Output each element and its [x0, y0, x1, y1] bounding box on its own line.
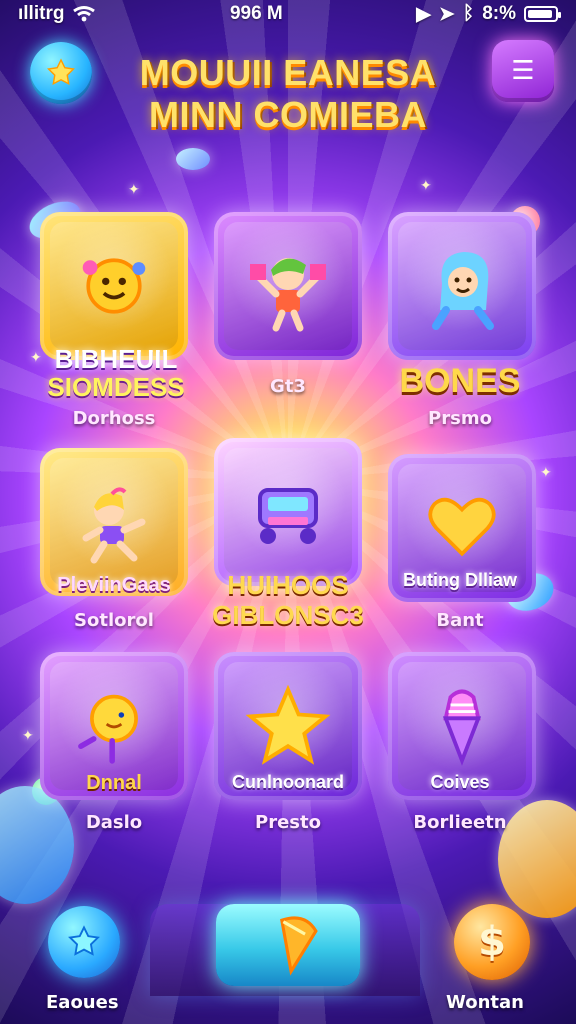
- tile-art-7: [50, 662, 178, 790]
- carrier-text: ıllitrg: [18, 3, 65, 24]
- title-line-1: MOUUII EANESA: [139, 52, 437, 93]
- game-tile-2[interactable]: [214, 212, 362, 360]
- sun-face-icon: [82, 258, 146, 314]
- tile-6-title: Buting Dlliaw: [403, 570, 517, 590]
- battery-text: 8:%: [482, 3, 516, 24]
- bottom-left-button[interactable]: [48, 906, 120, 978]
- running-kid-icon: [82, 487, 146, 564]
- tile-art-8: [224, 662, 352, 790]
- bottom-right-label: Wontan: [446, 992, 524, 1013]
- hooded-kid-icon: [432, 252, 494, 330]
- menu-button[interactable]: ☰: [492, 40, 554, 102]
- favorites-button[interactable]: [30, 42, 92, 104]
- location-icon: ➤: [438, 3, 455, 25]
- tile-5-title-line-2: GIBLONSC3: [212, 600, 364, 630]
- game-tile-1[interactable]: [40, 212, 188, 360]
- menu-icon: ☰: [511, 56, 535, 86]
- tile-6-subtitle: Bant: [436, 610, 484, 631]
- bottom-center-button[interactable]: [216, 904, 360, 986]
- status-right: ▶ ➤ ᛒ 8:%: [416, 3, 561, 26]
- tile-1-subtitle: Dorhoss: [72, 408, 156, 429]
- tile-4-title: PleviinGaas: [57, 574, 171, 596]
- tile-art-4: [50, 458, 178, 586]
- status-bar: ıllitrg 996 M ▶ ➤ ᛒ 8:%: [0, 0, 576, 28]
- star-icon: [47, 58, 75, 86]
- tile-8-title: Cunlnoonard: [232, 772, 344, 792]
- tile-8-subtitle: Presto: [255, 812, 321, 833]
- tile-art-1: [50, 222, 178, 350]
- jumping-kid-icon: [250, 258, 326, 332]
- tile-art-2: [224, 222, 352, 350]
- tile-art-5: [224, 448, 352, 576]
- heart-icon: [428, 497, 496, 557]
- page-title: MOUUII EANESA MINN COMIEBA: [100, 52, 476, 136]
- tile-7-subtitle: Daslo: [85, 812, 143, 833]
- bottom-right-button[interactable]: $: [454, 904, 530, 980]
- dollar-icon: $: [478, 919, 506, 965]
- tile-1-title-line-1: BIBHEUIL: [54, 344, 178, 374]
- bottom-left-label: Eaoues: [46, 992, 119, 1013]
- tile-9-subtitle: Borlieetn: [413, 812, 507, 833]
- tile-2-subtitle: Gt3: [270, 376, 306, 397]
- game-tile-5[interactable]: [214, 438, 362, 586]
- game-tile-3[interactable]: [388, 212, 536, 360]
- tile-9-title: Coives: [430, 772, 490, 792]
- title-line-2: MINN COMIEBA: [149, 94, 427, 135]
- bluetooth-icon: ᛒ: [462, 3, 475, 24]
- tile-art-9: [398, 662, 526, 790]
- smiley-balloon-icon: [78, 694, 138, 764]
- play-icon: ▶: [416, 3, 431, 25]
- tile-4-subtitle: Sotlorol: [74, 610, 154, 631]
- ice-cream-icon: [442, 689, 482, 766]
- arcade-machine-icon: [258, 488, 318, 544]
- status-left: ıllitrg: [18, 3, 96, 25]
- tile-5-title-line-1: HUIHOOS: [227, 570, 349, 600]
- star-icon: [68, 925, 100, 956]
- tile-art-3: [398, 222, 526, 350]
- tile-1-title-line-2: SIOMDESS: [47, 372, 185, 402]
- tile-3-title: BONES: [399, 362, 521, 400]
- tile-3-subtitle: Prsmo: [428, 408, 492, 429]
- tile-7-title: Dnnal: [86, 772, 142, 794]
- wifi-icon: [73, 6, 96, 22]
- game-grid: BIBHEUIL SIOMDESS Dorhoss Gt3 BONES Prsm…: [0, 0, 576, 1024]
- time-text: 996 M: [229, 3, 283, 24]
- battery-icon: [523, 6, 561, 22]
- cone-icon: [280, 916, 318, 976]
- star-icon: [245, 684, 331, 765]
